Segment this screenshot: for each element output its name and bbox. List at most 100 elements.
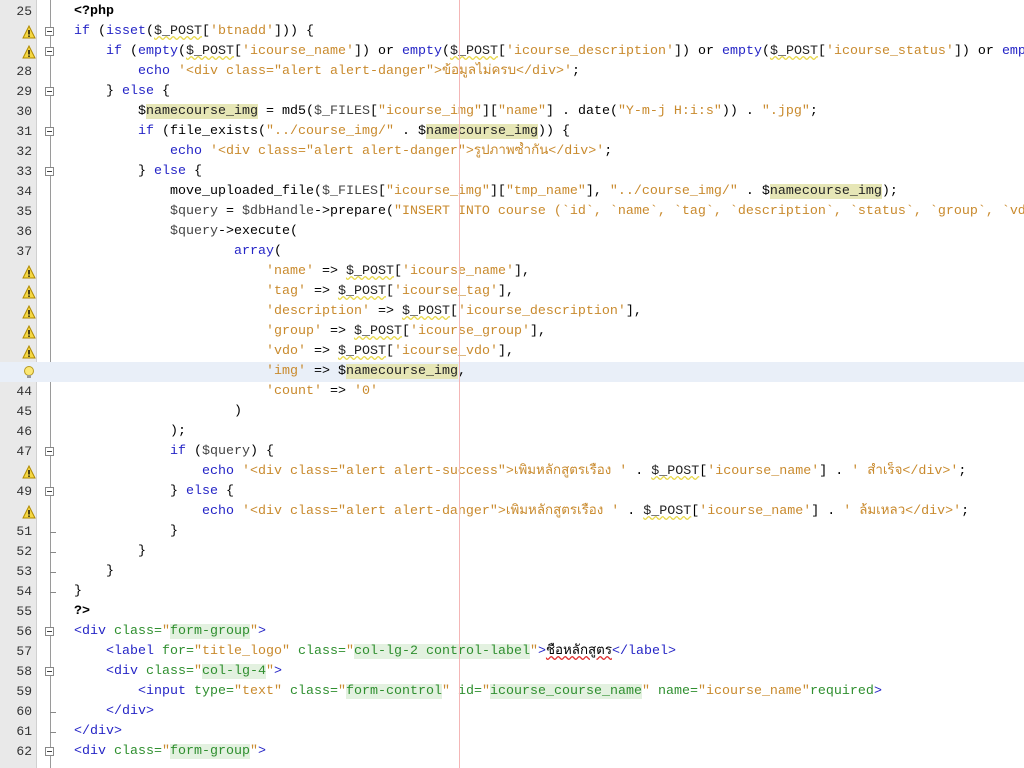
code-text[interactable]: <div class="form-group">: [74, 742, 1024, 762]
code-line[interactable]: 59 <input type="text" class="form-contro…: [0, 682, 1024, 702]
code-line[interactable]: 34 move_uploaded_file($_FILES["icourse_i…: [0, 182, 1024, 202]
code-line[interactable]: 62 <div class="form-group">: [0, 742, 1024, 762]
code-line[interactable]: 30 $namecourse_img = md5($_FILES["icours…: [0, 102, 1024, 122]
warning-icon[interactable]: [22, 304, 36, 319]
fold-collapse-icon[interactable]: [45, 667, 54, 676]
code-text[interactable]: move_uploaded_file($_FILES["icourse_img"…: [74, 182, 1024, 202]
warning-icon[interactable]: [22, 344, 36, 359]
code-editor[interactable]: 25 <?php if (isset($_POST['btnadd'])) { if…: [0, 2, 1024, 762]
warning-icon[interactable]: [22, 504, 36, 519]
code-line[interactable]: 37 array(: [0, 242, 1024, 262]
code-text[interactable]: array(: [74, 242, 1024, 262]
code-text[interactable]: if (file_exists("../course_img/" . $name…: [74, 122, 1024, 142]
code-text[interactable]: 'count' => '0': [74, 382, 1024, 402]
code-text[interactable]: } else {: [74, 82, 1024, 102]
warning-icon[interactable]: [22, 24, 36, 39]
code-text[interactable]: 'description' => $_POST['icourse_descrip…: [74, 302, 1024, 322]
fold-collapse-icon[interactable]: [45, 167, 54, 176]
code-line[interactable]: 46 );: [0, 422, 1024, 442]
code-line[interactable]: 'description' => $_POST['icourse_descrip…: [0, 302, 1024, 322]
code-line[interactable]: 'tag' => $_POST['icourse_tag'],: [0, 282, 1024, 302]
code-line[interactable]: 'vdo' => $_POST['icourse_vdo'],: [0, 342, 1024, 362]
code-text[interactable]: 'group' => $_POST['icourse_group'],: [74, 322, 1024, 342]
code-text[interactable]: </div>: [74, 722, 1024, 742]
code-line[interactable]: 'group' => $_POST['icourse_group'],: [0, 322, 1024, 342]
code-text[interactable]: 'name' => $_POST['icourse_name'],: [74, 262, 1024, 282]
code-line[interactable]: if (isset($_POST['btnadd'])) {: [0, 22, 1024, 42]
code-text[interactable]: }: [74, 582, 1024, 602]
warning-icon[interactable]: [22, 264, 36, 279]
code-text[interactable]: <div class="form-group">: [74, 622, 1024, 642]
code-text[interactable]: if (empty($_POST['icourse_name']) or emp…: [74, 42, 1024, 62]
fold-collapse-icon[interactable]: [45, 627, 54, 636]
code-line[interactable]: 56 <div class="form-group">: [0, 622, 1024, 642]
code-text[interactable]: } else {: [74, 162, 1024, 182]
code-line[interactable]: 33 } else {: [0, 162, 1024, 182]
code-line[interactable]: 55 ?>: [0, 602, 1024, 622]
code-line[interactable]: 57 <label for="title_logo" class="col-lg…: [0, 642, 1024, 662]
code-text[interactable]: );: [74, 422, 1024, 442]
code-text[interactable]: $namecourse_img = md5($_FILES["icourse_i…: [74, 102, 1024, 122]
code-text[interactable]: ): [74, 402, 1024, 422]
code-text[interactable]: ?>: [74, 602, 1024, 622]
warning-icon[interactable]: [22, 284, 36, 299]
code-line[interactable]: 44 'count' => '0': [0, 382, 1024, 402]
code-token: ],: [585, 184, 610, 199]
lightbulb-hint-icon[interactable]: [22, 365, 36, 379]
code-line[interactable]: 61 </div>: [0, 722, 1024, 742]
code-line[interactable]: 36 $query->execute(: [0, 222, 1024, 242]
warning-icon[interactable]: [22, 464, 36, 479]
code-line[interactable]: 35 $query = $dbHandle->prepare("INSERT I…: [0, 202, 1024, 222]
code-line[interactable]: 31 if (file_exists("../course_img/" . $n…: [0, 122, 1024, 142]
code-line[interactable]: echo '<div class="alert alert-danger">เพ…: [0, 502, 1024, 522]
code-text[interactable]: 'vdo' => $_POST['icourse_vdo'],: [74, 342, 1024, 362]
fold-collapse-icon[interactable]: [45, 27, 54, 36]
code-line[interactable]: 25 <?php: [0, 2, 1024, 22]
code-line[interactable]: 47 if ($query) {: [0, 442, 1024, 462]
code-text[interactable]: 'tag' => $_POST['icourse_tag'],: [74, 282, 1024, 302]
code-line[interactable]: 60 </div>: [0, 702, 1024, 722]
code-line[interactable]: 52 }: [0, 542, 1024, 562]
code-text[interactable]: <div class="col-lg-4">: [74, 662, 1024, 682]
fold-collapse-icon[interactable]: [45, 127, 54, 136]
warning-icon[interactable]: [22, 44, 36, 59]
fold-collapse-icon[interactable]: [45, 447, 54, 456]
fold-collapse-icon[interactable]: [45, 747, 54, 756]
fold-collapse-icon[interactable]: [45, 47, 54, 56]
warning-icon[interactable]: [22, 324, 36, 339]
code-line[interactable]: 'name' => $_POST['icourse_name'],: [0, 262, 1024, 282]
code-line[interactable]: 51 }: [0, 522, 1024, 542]
fold-collapse-icon[interactable]: [45, 87, 54, 96]
code-text[interactable]: <?php: [74, 2, 1024, 22]
code-text[interactable]: <input type="text" class="form-control" …: [74, 682, 1024, 702]
code-text[interactable]: $query->execute(: [74, 222, 1024, 242]
code-line[interactable]: 49 } else {: [0, 482, 1024, 502]
code-text[interactable]: }: [74, 562, 1024, 582]
code-text[interactable]: echo '<div class="alert alert-danger">เพ…: [74, 502, 1024, 522]
code-text[interactable]: </div>: [74, 702, 1024, 722]
code-text[interactable]: echo '<div class="alert alert-danger">รู…: [74, 142, 1024, 162]
fold-collapse-icon[interactable]: [45, 487, 54, 496]
code-text[interactable]: }: [74, 542, 1024, 562]
code-text[interactable]: } else {: [74, 482, 1024, 502]
code-text[interactable]: echo '<div class="alert alert-success">เ…: [74, 462, 1024, 482]
code-line[interactable]: 29 } else {: [0, 82, 1024, 102]
code-text[interactable]: if ($query) {: [74, 442, 1024, 462]
code-token: if: [106, 44, 122, 59]
code-text[interactable]: echo '<div class="alert alert-danger">ข้…: [74, 62, 1024, 82]
code-line[interactable]: 54}: [0, 582, 1024, 602]
code-line[interactable]: 28 echo '<div class="alert alert-danger"…: [0, 62, 1024, 82]
code-line[interactable]: 58 <div class="col-lg-4">: [0, 662, 1024, 682]
code-line[interactable]: 53 }: [0, 562, 1024, 582]
code-line[interactable]: echo '<div class="alert alert-success">เ…: [0, 462, 1024, 482]
code-token: ]) or: [953, 44, 1002, 59]
code-text[interactable]: }: [74, 522, 1024, 542]
code-text[interactable]: <label for="title_logo" class="col-lg-2 …: [74, 642, 1024, 662]
code-text[interactable]: $query = $dbHandle->prepare("INSERT INTO…: [74, 202, 1024, 222]
code-line[interactable]: if (empty($_POST['icourse_name']) or emp…: [0, 42, 1024, 62]
code-line[interactable]: 45 ): [0, 402, 1024, 422]
code-text[interactable]: if (isset($_POST['btnadd'])) {: [74, 22, 1024, 42]
current-code-line[interactable]: 'img' => $namecourse_img,: [0, 362, 1024, 382]
code-text[interactable]: 'img' => $namecourse_img,: [74, 362, 1024, 382]
code-line[interactable]: 32 echo '<div class="alert alert-danger"…: [0, 142, 1024, 162]
